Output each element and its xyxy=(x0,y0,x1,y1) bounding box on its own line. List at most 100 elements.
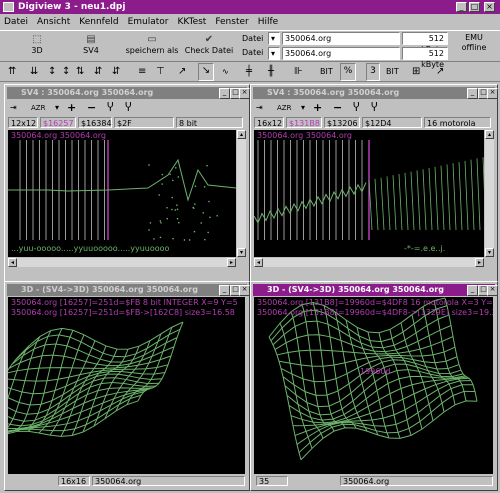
shift-up-icon[interactable]: ↕ xyxy=(48,65,56,79)
bit2-button[interactable]: BIT xyxy=(386,65,399,79)
sv4-left-edit2-icon[interactable]: Ⴤ xyxy=(125,100,132,116)
sv4-right-dropdown-icon[interactable]: ▾ xyxy=(301,100,305,116)
merge-icon[interactable]: ╫ xyxy=(268,65,274,79)
scatter-dot xyxy=(161,174,163,176)
3d-left-close[interactable]: × xyxy=(239,285,250,296)
sv4-left-close[interactable]: × xyxy=(239,88,250,99)
mesh-line xyxy=(269,337,301,460)
menu-hilfe[interactable]: Hilfe xyxy=(258,17,278,27)
save-as-button[interactable]: ▭ speichern als xyxy=(124,33,180,55)
3d-right-plot[interactable]: 350064.org [131B8]=19960d=$4DF8 16 motor… xyxy=(254,297,493,474)
sv4-right-plus-icon[interactable]: + xyxy=(313,100,322,116)
active-curve-icon[interactable]: ↘ xyxy=(198,63,214,81)
sv4-window-left[interactable]: SV4 : 350064.org 350064.org _ □ × ⇥ AZR … xyxy=(4,84,250,282)
menu-fenster[interactable]: Fenster xyxy=(215,17,248,27)
sv4-left-minus-icon[interactable]: − xyxy=(87,100,96,116)
percent-button[interactable]: % xyxy=(340,63,356,81)
mesh-line xyxy=(291,377,467,423)
trend-icon[interactable]: ↗ xyxy=(436,65,444,79)
3d-window-right[interactable]: 3D - (SV4->3D) 350064.org 350064.org _ □… xyxy=(250,281,498,491)
sv4-right-scroll-up[interactable]: ▴ xyxy=(485,130,494,139)
scatter-dot xyxy=(204,239,206,241)
sv4-left-hscroll[interactable]: ◂ ▸ xyxy=(8,258,236,267)
sv4-left-scroll-right[interactable]: ▸ xyxy=(227,258,236,267)
3d-right-minimize[interactable]: _ xyxy=(467,285,478,296)
arrows-down-icon[interactable]: ⇊ xyxy=(30,65,38,79)
sv4-window-right[interactable]: SV4 : 350064.org 350064.org _ □ × ⇥ AZR … xyxy=(250,84,498,282)
sv4-right-hscroll[interactable]: ◂ ▸ xyxy=(254,258,484,267)
scatter-dot xyxy=(209,217,211,219)
minimize-button[interactable]: _ xyxy=(456,2,467,12)
curve-icon[interactable]: ↗ xyxy=(178,65,186,79)
file2-dropdown[interactable]: ▾ xyxy=(268,47,280,60)
menu-ansicht[interactable]: Ansicht xyxy=(37,17,70,27)
sv4-right-minimize[interactable]: _ xyxy=(467,88,478,99)
scatter-dot xyxy=(171,197,173,199)
split-icon[interactable]: ╪ xyxy=(246,65,252,79)
dotted-trace xyxy=(393,175,396,230)
file1-dropdown[interactable]: ▾ xyxy=(268,32,280,45)
sv4-left-edit-icon[interactable]: Ⴤ xyxy=(107,100,114,116)
sv4-right-edit2-icon[interactable]: Ⴤ xyxy=(371,100,378,116)
scatter-dot xyxy=(193,207,195,209)
file2-field[interactable]: 350064.org xyxy=(282,47,400,60)
sv4-left-vscroll[interactable]: ▴ ▾ xyxy=(237,130,246,257)
three-button[interactable]: 3 xyxy=(366,63,380,81)
multi-shift-icon[interactable]: ⇅ xyxy=(76,65,84,79)
bars-icon[interactable]: ⊪ xyxy=(294,65,303,79)
sv4-left-plus-icon[interactable]: + xyxy=(67,100,76,116)
3d-left-line1: 350064.org [16257]=251d=$FB 8 bit INTEGE… xyxy=(11,298,238,307)
app-icon[interactable] xyxy=(3,2,14,12)
sv4-left-minimize[interactable]: _ xyxy=(219,88,230,99)
sv4-right-plot[interactable]: 350064.org 350064.org -*-=.e.e..j. xyxy=(254,130,484,257)
sv4-right-zoom-icon[interactable]: AZR xyxy=(277,100,291,116)
sv4-left-scroll-up[interactable]: ▴ xyxy=(237,130,246,139)
shift-icon[interactable]: ↕ xyxy=(62,65,70,79)
sv4-right-close[interactable]: × xyxy=(487,88,498,99)
3d-right-status-size: 35 xyxy=(256,476,288,486)
sv4-right-ruler-icon[interactable]: ⇥ xyxy=(256,100,263,116)
sv4-right-scroll-down[interactable]: ▾ xyxy=(485,248,494,257)
sv4-left-scroll-left[interactable]: ◂ xyxy=(8,258,17,267)
sv4-right-vscroll[interactable]: ▴ ▾ xyxy=(485,130,494,257)
sv4-left-value: $2F xyxy=(114,117,174,128)
sv4-left-dropdown-icon[interactable]: ▾ xyxy=(55,100,59,116)
menu-kennfeld[interactable]: Kennfeld xyxy=(79,17,118,27)
3d-button[interactable]: ⬚ 3D xyxy=(22,33,52,55)
file1-field[interactable]: 350064.org xyxy=(282,32,400,45)
bit-button[interactable]: BIT xyxy=(320,65,333,79)
dotted-trace xyxy=(387,176,390,230)
scatter-dot xyxy=(194,231,196,233)
check-file-button[interactable]: ✔ Check Datei xyxy=(184,33,234,55)
sv4-right-scroll-right[interactable]: ▸ xyxy=(475,258,484,267)
sv4-left-plot[interactable]: 350064.org 350064.org ...yuu-ooooo.....y… xyxy=(8,130,236,257)
grid-icon[interactable]: ⊞ xyxy=(412,65,420,79)
3d-right-close[interactable]: × xyxy=(487,285,498,296)
grid-up-icon[interactable]: ⊤ xyxy=(156,65,165,79)
3d-left-minimize[interactable]: _ xyxy=(219,285,230,296)
menu-emulator[interactable]: Emulator xyxy=(128,17,169,27)
maximize-button[interactable]: □ xyxy=(469,2,480,12)
sv4-left-scroll-down[interactable]: ▾ xyxy=(237,248,246,257)
sv4-button[interactable]: ▤ SV4 xyxy=(76,33,106,55)
3d-left-plot[interactable]: 350064.org [16257]=251d=$FB 8 bit INTEGE… xyxy=(8,297,245,474)
lines-icon[interactable]: ≡ xyxy=(138,65,146,79)
sv4-left-zoom-icon[interactable]: AZR xyxy=(31,100,45,116)
3d-window-left[interactable]: 3D - (SV4->3D) 350064.org 350064.org _ □… xyxy=(4,281,250,491)
menu-datei[interactable]: Datei xyxy=(4,17,28,27)
scatter-dot xyxy=(175,167,177,169)
close-button[interactable]: × xyxy=(484,2,495,12)
sv4-right-edit-icon[interactable]: Ⴤ xyxy=(353,100,360,116)
3d-right-line2: 350064.org [131B8]=19960d=$4DF8->[1329E]… xyxy=(257,308,493,317)
zoom-icon[interactable]: ∿ xyxy=(222,65,229,79)
sv4-left-ruler-icon[interactable]: ⇥ xyxy=(10,100,17,116)
shift-all-icon[interactable]: ⇵ xyxy=(112,65,120,79)
dotted-trace xyxy=(477,158,480,230)
sv4-right-minus-icon[interactable]: − xyxy=(333,100,342,116)
sv4-right-info: 16x12 $131B8 $13206 $12D4 16 motorola xyxy=(253,116,495,129)
sv4-left-addr1: $16257 xyxy=(40,117,76,128)
menu-kktest[interactable]: KKTest xyxy=(178,17,207,27)
bit-up-icon[interactable]: ⇈ xyxy=(8,65,16,79)
shift-more-icon[interactable]: ⇵ xyxy=(94,65,102,79)
sv4-right-scroll-left[interactable]: ◂ xyxy=(254,258,263,267)
